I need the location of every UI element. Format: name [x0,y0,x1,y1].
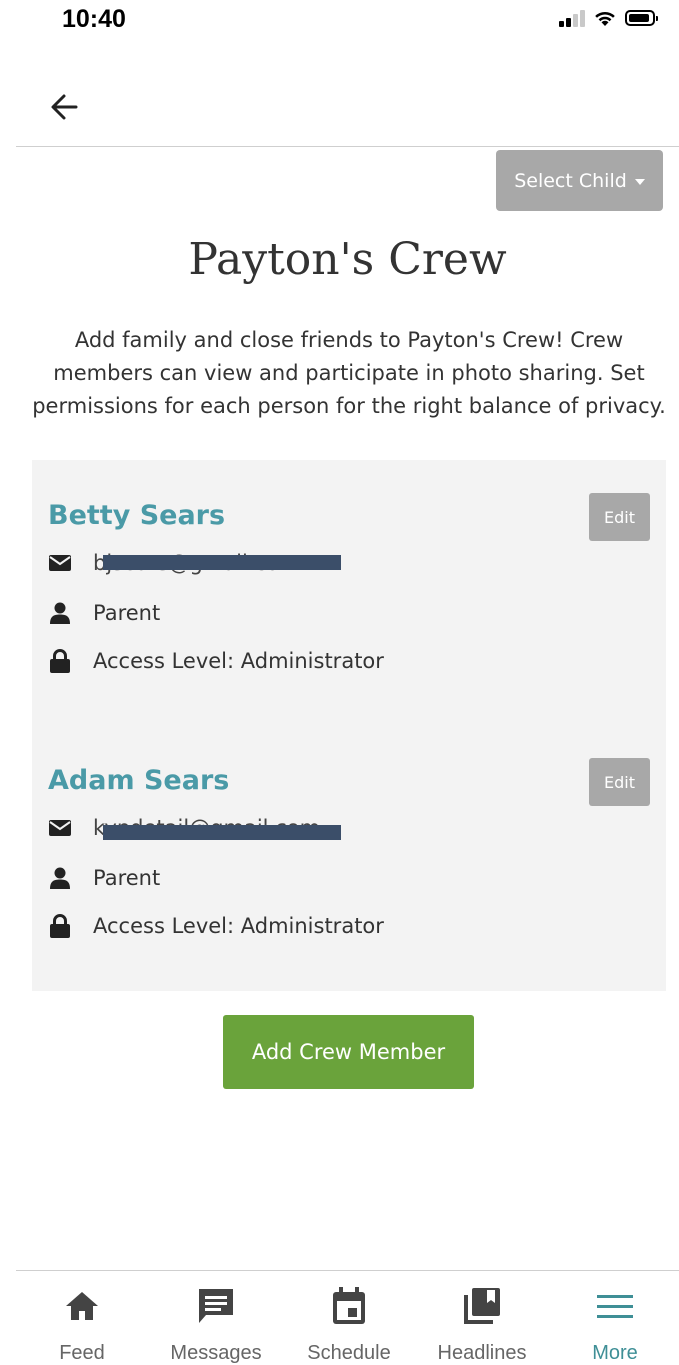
tab-bar-divider [16,1270,679,1271]
menu-icon [555,1284,675,1328]
member-access: Access Level: Administrator [93,914,384,938]
tab-label: Feed [59,1342,105,1364]
edit-button[interactable]: Edit [589,493,650,541]
message-icon [156,1284,276,1328]
envelope-icon [48,816,72,840]
redaction-bar [103,825,341,840]
tab-more[interactable]: More [555,1284,675,1365]
redaction-bar [103,555,341,570]
home-icon [22,1284,142,1328]
intro-text: Add family and close friends to Payton's… [32,328,666,418]
select-child-dropdown[interactable]: Select Child [496,150,663,211]
header-divider [16,146,679,147]
member-access-row: Access Level: Administrator [48,914,384,938]
caret-down-icon [634,178,645,185]
edit-button[interactable]: Edit [589,758,650,806]
tab-label: More [592,1342,638,1364]
user-icon [48,601,72,625]
status-bar: 10:40 [0,0,679,44]
add-crew-member-button[interactable]: Add Crew Member [223,1015,474,1089]
tab-label: Schedule [307,1342,391,1364]
select-child-label: Select Child [514,169,627,192]
tab-headlines[interactable]: Headlines [422,1284,542,1365]
battery-icon [625,10,658,26]
wifi-icon [595,11,615,26]
member-role: Parent [93,601,161,625]
page-title: Payton's Crew [188,234,507,285]
calendar-icon [289,1284,409,1328]
tab-label: Messages [170,1342,262,1364]
status-time: 10:40 [62,5,126,33]
member-role-row: Parent [48,601,160,625]
envelope-icon [48,551,72,575]
tab-label: Headlines [437,1342,527,1364]
lock-icon [48,914,72,938]
tab-feed[interactable]: Feed [22,1284,142,1365]
headlines-icon [422,1284,542,1328]
member-role: Parent [93,866,161,890]
tab-bar: Feed Messages Schedule Headlines More [0,1284,679,1365]
member-role-row: Parent [48,866,160,890]
signal-icon [559,9,585,27]
crew-list: Betty Sears Edit bjsears@gmail.com Paren… [32,460,666,991]
status-icons [559,9,658,27]
tab-schedule[interactable]: Schedule [289,1284,409,1365]
user-icon [48,866,72,890]
arrow-left-icon [51,94,78,120]
member-name: Betty Sears [48,500,226,531]
back-button[interactable] [46,88,84,126]
member-name: Adam Sears [48,765,230,796]
tab-messages[interactable]: Messages [156,1284,276,1365]
member-access: Access Level: Administrator [93,649,384,673]
member-access-row: Access Level: Administrator [48,649,384,673]
lock-icon [48,649,72,673]
